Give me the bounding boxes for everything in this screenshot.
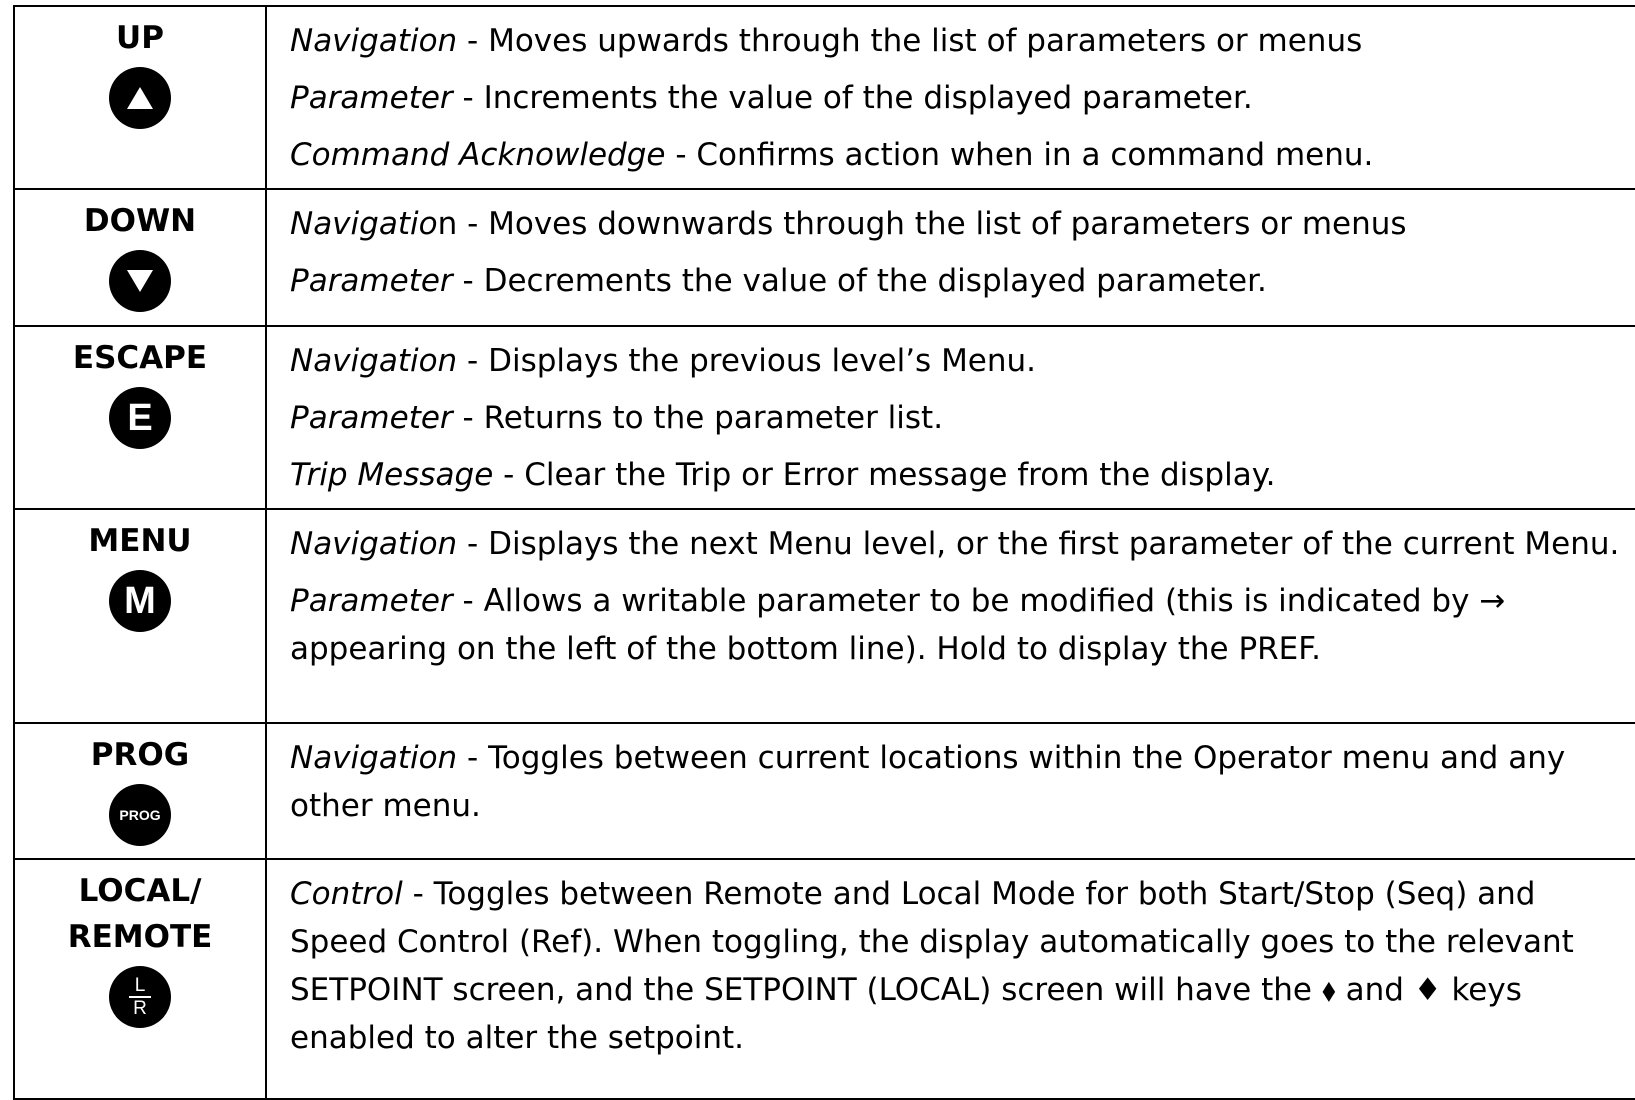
description-line: Trip Message - Clear the Trip or Error m… bbox=[290, 451, 1627, 499]
description-cell: Navigation - Displays the next Menu leve… bbox=[265, 508, 1635, 724]
key-name: MENU bbox=[88, 523, 192, 559]
key-cell: PROG PROG bbox=[13, 722, 267, 860]
description-line: Parameter - Returns to the parameter lis… bbox=[290, 394, 1627, 442]
mode-term: Trip Message bbox=[290, 457, 494, 493]
mode-term: Control bbox=[290, 876, 403, 912]
mode-term: Parameter bbox=[290, 400, 453, 436]
description-line: Command Acknowledge - Confirms action wh… bbox=[290, 131, 1627, 179]
mode-term: Navigatio bbox=[290, 206, 438, 242]
description-line: Navigation - Displays the next Menu leve… bbox=[290, 520, 1627, 568]
mode-term: Navigation bbox=[290, 740, 458, 776]
key-cell: ESCAPE E bbox=[13, 325, 267, 510]
mode-term: Navigation bbox=[290, 23, 458, 59]
key-cell: DOWN bbox=[13, 188, 267, 327]
mode-term: Parameter bbox=[290, 263, 453, 299]
local-remote-lr-icon: L R bbox=[109, 966, 171, 1028]
description-line: Navigation - Toggles between current loc… bbox=[290, 734, 1627, 830]
mode-text: - Clear the Trip or Error message from t… bbox=[493, 457, 1276, 493]
key-name: LOCAL/ REMOTE bbox=[67, 873, 213, 955]
up-triangle-icon bbox=[109, 67, 171, 129]
mode-text: - Allows a writable parameter to be modi… bbox=[290, 583, 1506, 667]
mode-text: n - Moves downwards through the list of … bbox=[437, 206, 1407, 242]
description-line: Navigation - Displays the previous level… bbox=[290, 337, 1627, 385]
key-name: ESCAPE bbox=[72, 340, 208, 376]
icon-top-letter: L bbox=[134, 975, 146, 996]
description-line: Parameter - Increments the value of the … bbox=[290, 74, 1627, 122]
description-line: Navigation - Moves downwards through the… bbox=[290, 200, 1627, 248]
escape-e-icon: E bbox=[109, 387, 171, 449]
mode-term: Navigation bbox=[290, 526, 458, 562]
keypad-key-table: UP Navigation - Moves upwards through th… bbox=[13, 5, 1635, 1100]
mode-text: - Displays the previous level’s Menu. bbox=[457, 343, 1037, 379]
description-line: Control - Toggles between Remote and Loc… bbox=[290, 870, 1627, 1062]
mode-term: Parameter bbox=[290, 80, 453, 116]
menu-m-icon: M bbox=[109, 570, 171, 632]
description-line: Parameter - Allows a writable parameter … bbox=[290, 577, 1627, 673]
table-row: DOWN Navigation - Moves downwards throug… bbox=[13, 188, 1635, 327]
description-line: Parameter - Decrements the value of the … bbox=[290, 257, 1627, 305]
table-row: ESCAPE E Navigation - Displays the previ… bbox=[13, 325, 1635, 510]
mode-term: Command Acknowledge bbox=[290, 137, 666, 173]
mode-text: - Toggles between Remote and Local Mode … bbox=[290, 876, 1574, 1056]
table-row: MENU M Navigation - Displays the next Me… bbox=[13, 508, 1635, 724]
key-cell: MENU M bbox=[13, 508, 267, 724]
key-cell: LOCAL/ REMOTE L R bbox=[13, 858, 267, 1100]
mode-text: - Displays the next Menu level, or the f… bbox=[457, 526, 1620, 562]
key-name: PROG bbox=[90, 737, 190, 773]
table-row: UP Navigation - Moves upwards through th… bbox=[13, 5, 1635, 190]
mode-term: Parameter bbox=[290, 583, 453, 619]
description-cell: Navigation - Moves downwards through the… bbox=[265, 188, 1635, 327]
description-cell: Navigation - Toggles between current loc… bbox=[265, 722, 1635, 860]
key-name: UP bbox=[116, 20, 164, 56]
mode-text: - Returns to the parameter list. bbox=[452, 400, 944, 436]
mode-term: Navigation bbox=[290, 343, 458, 379]
down-triangle-icon bbox=[109, 250, 171, 312]
table-row: LOCAL/ REMOTE L R Control - Toggles betw… bbox=[13, 858, 1635, 1100]
mode-text: - Increments the value of the displayed … bbox=[452, 80, 1253, 116]
mode-text: - Toggles between current locations with… bbox=[290, 740, 1566, 824]
key-cell: UP bbox=[13, 5, 267, 190]
description-cell: Navigation - Moves upwards through the l… bbox=[265, 5, 1635, 190]
description-cell: Control - Toggles between Remote and Loc… bbox=[265, 858, 1635, 1100]
mode-text: - Confirms action when in a command menu… bbox=[665, 137, 1374, 173]
mode-text: - Moves upwards through the list of para… bbox=[457, 23, 1363, 59]
table-row: PROG PROG Navigation - Toggles between c… bbox=[13, 722, 1635, 860]
description-line: Navigation - Moves upwards through the l… bbox=[290, 17, 1627, 65]
mode-text: - Decrements the value of the displayed … bbox=[452, 263, 1267, 299]
description-cell: Navigation - Displays the previous level… bbox=[265, 325, 1635, 510]
icon-bottom-letter: R bbox=[133, 998, 147, 1019]
key-name: DOWN bbox=[83, 203, 197, 239]
prog-icon: PROG bbox=[109, 784, 171, 846]
